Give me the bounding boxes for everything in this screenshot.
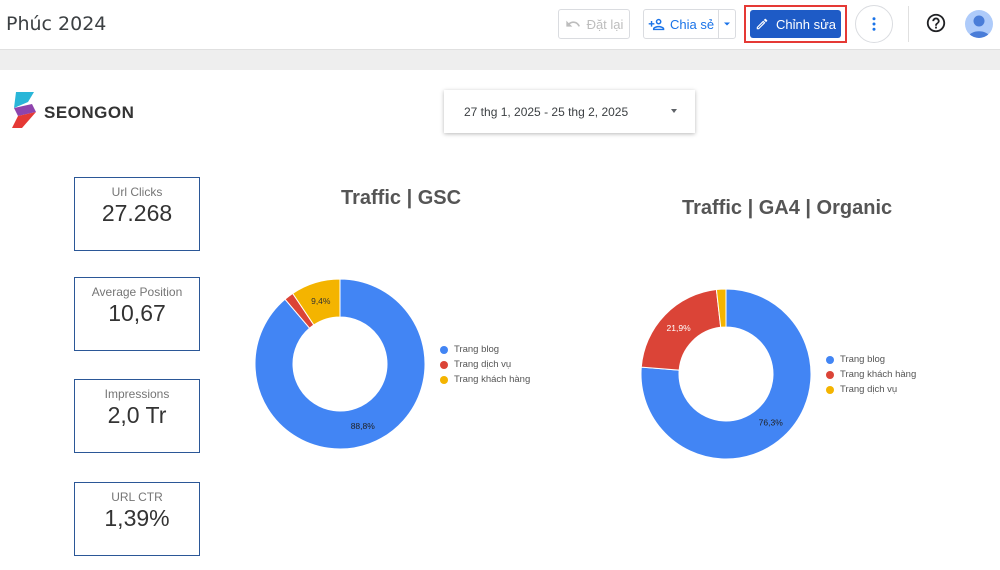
top-bar: Phúc 2024 Đặt lại Chia sẻ Chỉnh sửa (0, 0, 1000, 50)
more-vert-icon (872, 17, 876, 31)
reset-button[interactable]: Đặt lại (558, 9, 630, 39)
report-title[interactable]: Phúc 2024 (6, 13, 106, 35)
data-label-1-0: 76,3% (759, 418, 784, 428)
legend-item[interactable]: Trang dịch vụ (440, 357, 530, 372)
legend-swatch (440, 360, 448, 369)
donut-chart-ga4[interactable]: 76,3% 21,9% (636, 284, 816, 464)
kpi-value: 27.268 (101, 200, 173, 226)
date-range-picker[interactable]: 27 thg 1, 2025 - 25 thg 2, 2025 (444, 90, 695, 133)
legend-item[interactable]: Trang blog (440, 342, 530, 357)
legend-swatch (440, 345, 448, 354)
reset-button-label: Đặt lại (586, 16, 624, 32)
toolbar-divider (908, 6, 909, 42)
more-options-button[interactable] (855, 5, 893, 43)
legend-swatch (826, 355, 834, 364)
data-label-0-2: 9,4% (311, 296, 331, 306)
data-label-1-1: 21,9% (667, 323, 692, 333)
share-button[interactable]: Chia sẻ (644, 10, 720, 38)
kpi-label: Url Clicks (111, 185, 163, 199)
edit-button-label: Chỉnh sửa (775, 16, 836, 32)
brand-logo: SEONGON (10, 90, 134, 130)
chart-title-ga4: Traffic | GA4 | Organic (682, 197, 893, 219)
legend-item[interactable]: Trang khách hàng (440, 372, 530, 387)
data-label-0-0: 88,8% (351, 421, 376, 431)
legend-gsc: Trang blog Trang dịch vụ Trang khách hàn… (440, 342, 530, 387)
help-button[interactable] (924, 11, 948, 35)
chart-title-gsc: Traffic | GSC (341, 187, 462, 209)
add-person-icon (648, 18, 665, 30)
kpi-url-clicks[interactable]: Url Clicks 27.268 (74, 177, 200, 251)
kpi-value: 10,67 (108, 300, 166, 326)
kpi-value: 2,0 Tr (107, 402, 167, 428)
legend-swatch (826, 370, 834, 379)
share-options-dropdown[interactable] (719, 10, 735, 38)
kpi-label: URL CTR (111, 490, 163, 504)
legend-item[interactable]: Trang khách hàng (826, 367, 916, 382)
legend-swatch (826, 385, 834, 394)
donut-chart-gsc[interactable]: 88,8% 9,4% (250, 274, 430, 454)
help-icon (926, 13, 946, 33)
undo-icon (565, 20, 580, 27)
kpi-value: 1,39% (104, 505, 170, 531)
edit-button[interactable]: Chỉnh sửa (750, 10, 841, 38)
brand-name: SEONGON (44, 103, 135, 122)
date-range-value: 27 thg 1, 2025 - 25 thg 2, 2025 (464, 104, 629, 119)
legend-label: Trang dịch vụ (454, 359, 512, 370)
legend-label: Trang khách hàng (454, 374, 531, 385)
kpi-label: Average Position (91, 285, 183, 299)
kpi-impressions[interactable]: Impressions 2,0 Tr (74, 379, 200, 453)
seongon-logo-icon (12, 92, 36, 128)
share-button-label: Chia sẻ (670, 16, 715, 32)
legend-label: Trang blog (840, 354, 886, 365)
pencil-icon (756, 18, 768, 30)
legend-label: Trang khách hàng (840, 369, 917, 380)
share-button-group: Chia sẻ (643, 9, 736, 39)
legend-swatch (440, 375, 448, 384)
legend-label: Trang blog (454, 344, 500, 355)
account-avatar[interactable] (965, 10, 993, 38)
legend-item[interactable]: Trang blog (826, 352, 916, 367)
report-canvas: SEONGON 27 thg 1, 2025 - 25 thg 2, 2025 … (0, 70, 1000, 570)
dropdown-caret-icon (671, 109, 677, 113)
person-icon (968, 15, 990, 38)
legend-label: Trang dịch vụ (840, 384, 898, 395)
legend-item[interactable]: Trang dịch vụ (826, 382, 916, 397)
legend-ga4: Trang blog Trang khách hàng Trang dịch v… (826, 352, 916, 397)
caret-down-icon (724, 22, 731, 26)
kpi-label: Impressions (104, 387, 170, 401)
kpi-average-position[interactable]: Average Position 10,67 (74, 277, 200, 351)
kpi-url-ctr[interactable]: URL CTR 1,39% (74, 482, 200, 556)
